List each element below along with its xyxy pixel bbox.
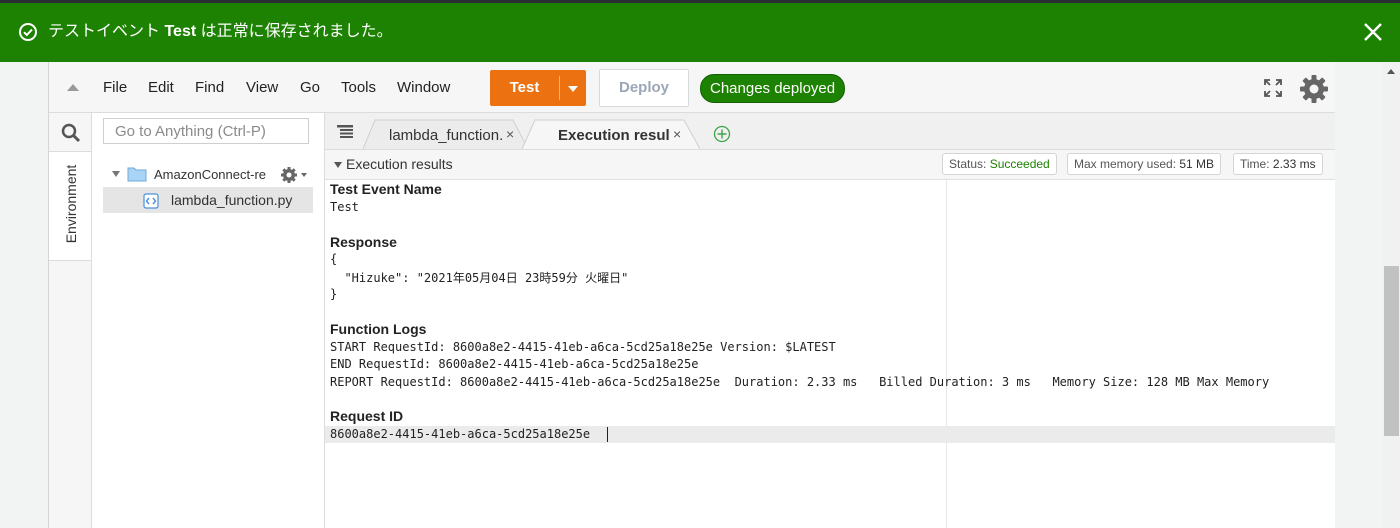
deploy-status-badge: Changes deployed (700, 74, 846, 103)
tab-label: lambda_function. (389, 127, 504, 144)
menu-file[interactable]: File (103, 79, 127, 96)
execution-output: Test Event Name Test Response { "Hizuke"… (325, 180, 1335, 528)
tab-environment[interactable]: Environment (49, 151, 91, 261)
banner-message-suffix: は正常に保存されました。 (196, 23, 393, 40)
log-line: START RequestId: 8600a8e2-4415-41eb-a6ca… (330, 340, 836, 354)
file-tree-panel: Go to Anything (Ctrl-P) AmazonConnect-re… (92, 113, 325, 528)
expand-icon[interactable] (1263, 78, 1283, 98)
text-cursor (607, 427, 608, 442)
check-circle-icon (19, 23, 37, 41)
execution-results-title: Execution results (346, 156, 453, 172)
cloud9-ide: File Edit Find View Go Tools Window Test… (48, 62, 1335, 528)
status-label: Status: (949, 157, 990, 171)
scrollbar-thumb[interactable] (1384, 266, 1399, 436)
collapse-triangle-icon[interactable] (334, 162, 342, 168)
test-button[interactable]: Test (490, 70, 586, 106)
tree-file-row[interactable]: lambda_function.py (103, 187, 313, 213)
time-value: 2.33 ms (1272, 157, 1316, 171)
gear-icon[interactable] (1299, 74, 1329, 104)
tab-environment-label: Environment (63, 164, 79, 244)
chevron-down-icon[interactable] (301, 173, 307, 177)
folder-name: AmazonConnect-res (154, 167, 266, 182)
banner-message-event: Test (164, 23, 197, 40)
file-name: lambda_function.py (171, 192, 293, 208)
tab-execution-results[interactable]: Execution results × (522, 119, 700, 149)
test-button-separator (559, 76, 560, 100)
chevron-down-icon[interactable] (568, 86, 578, 92)
list-icon[interactable] (337, 125, 353, 139)
python-file-icon (143, 193, 159, 209)
menu-find[interactable]: Find (195, 79, 224, 96)
gear-icon[interactable] (280, 166, 298, 184)
tab-label: Execution results (558, 127, 670, 144)
page-scrollbar[interactable] (1383, 62, 1400, 528)
menu-tools[interactable]: Tools (341, 79, 376, 96)
function-logs-title: Function Logs (330, 321, 427, 337)
tab-lambda-function[interactable]: lambda_function. × (363, 119, 528, 149)
response-line: } (330, 287, 338, 301)
side-panel-tabs: Environment (49, 113, 92, 528)
page-gutter (0, 62, 48, 528)
memory-badge: Max memory used: 51 MB (1067, 153, 1222, 175)
response-line: { (330, 252, 338, 266)
status-value: Succeeded (989, 157, 1050, 171)
close-icon[interactable]: × (506, 126, 514, 142)
plus-circle-icon[interactable] (713, 125, 731, 143)
success-banner: テストイベント Test は正常に保存されました。 (0, 3, 1400, 62)
editor-tab-bar: lambda_function. × Execution results × (325, 113, 1335, 150)
test-button-label: Test (509, 79, 540, 96)
expand-triangle-icon[interactable] (112, 171, 120, 177)
tree-folder-row[interactable]: AmazonConnect-res (108, 165, 318, 185)
close-icon[interactable]: × (673, 126, 681, 142)
time-badge: Time: 2.33 ms (1233, 153, 1323, 175)
status-badge: Status: Succeeded (942, 153, 1057, 175)
memory-label: Max memory used: (1074, 157, 1180, 171)
deploy-button[interactable]: Deploy (599, 69, 689, 107)
menu-edit[interactable]: Edit (148, 79, 174, 96)
request-id-title: Request ID (330, 408, 404, 424)
editor-area: lambda_function. × Execution results × E… (325, 113, 1335, 528)
scroll-up-icon[interactable] (1387, 69, 1395, 74)
response-line: "Hizuke": "2021年05月04日 23時59分 火曜日" (330, 271, 629, 285)
menu-go[interactable]: Go (300, 79, 320, 96)
menu-view[interactable]: View (246, 79, 278, 96)
time-label: Time: (1240, 157, 1273, 171)
log-line: END RequestId: 8600a8e2-4415-41eb-a6ca-5… (330, 357, 699, 371)
caret-up-icon[interactable] (67, 84, 79, 91)
execution-results-header: Execution results Status: Succeeded Max … (325, 150, 1335, 180)
request-id-value[interactable]: 8600a8e2-4415-41eb-a6ca-5cd25a18e25e (330, 427, 590, 441)
go-to-anything-input[interactable]: Go to Anything (Ctrl-P) (103, 118, 309, 144)
print-margin-guide (946, 180, 947, 528)
response-title: Response (330, 234, 397, 250)
menu-toolbar: File Edit Find View Go Tools Window Test… (49, 62, 1335, 113)
test-event-value: Test (330, 200, 359, 214)
log-line: REPORT RequestId: 8600a8e2-4415-41eb-a6c… (330, 375, 1270, 389)
memory-value: 51 MB (1179, 157, 1215, 171)
test-event-title: Test Event Name (330, 181, 442, 197)
search-icon[interactable] (61, 123, 81, 143)
menu-window[interactable]: Window (397, 79, 450, 96)
banner-message-prefix: テストイベント (48, 23, 165, 40)
close-icon[interactable] (1362, 20, 1384, 44)
banner-message: テストイベント Test は正常に保存されました。 (48, 21, 393, 43)
folder-icon (127, 167, 147, 182)
